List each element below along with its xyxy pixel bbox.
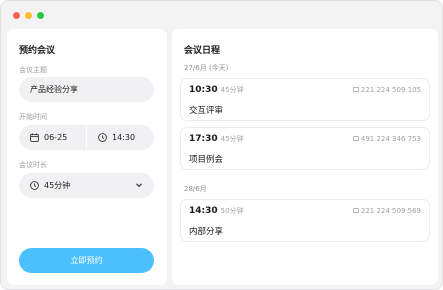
meeting-time: 10:30 [189, 85, 218, 95]
submit-booking-button[interactable]: 立即预约 [19, 248, 154, 273]
topic-label: 会议主题 [19, 66, 47, 74]
duration-value: 45分钟 [44, 181, 71, 190]
meeting-time: 14:30 [189, 206, 218, 216]
topic-value: 产品经验分享 [30, 85, 78, 94]
chevron-down-icon [135, 181, 143, 191]
day-label: 27/6月 (今天) [184, 64, 229, 72]
meeting-name: 项目例会 [189, 155, 224, 165]
meeting-id: 221 224 509 105 [360, 86, 421, 94]
meeting-card[interactable]: 14:30 50分钟 221 224 509 569 内部分享 [180, 199, 430, 242]
clock-icon [98, 133, 107, 142]
meeting-duration: 50分钟 [220, 207, 244, 215]
duration-select[interactable]: 45分钟 [19, 173, 154, 198]
start-time-label: 开始时间 [19, 113, 47, 121]
date-value: 06-25 [44, 133, 68, 142]
meeting-name: 交互评审 [189, 106, 224, 116]
meeting-card[interactable]: 17:30 45分钟 491 224 346 753 项目例会 [180, 127, 430, 170]
meeting-card[interactable]: 10:30 45分钟 221 224 509 105 交互评审 [180, 78, 430, 121]
meeting-name: 内部分享 [189, 227, 224, 237]
meeting-id-icon [352, 135, 359, 143]
schedule-panel: 会议日程 27/6月 (今天) 10:30 45分钟 221 224 509 10… [172, 29, 438, 285]
booking-title: 预约会议 [19, 46, 56, 56]
start-time-picker: 06-25 14:30 [19, 125, 154, 150]
time-value: 14:30 [112, 133, 136, 142]
window-controls [13, 12, 44, 19]
meeting-id-icon [352, 207, 359, 215]
app-window: 预约会议 会议主题 产品经验分享 开始时间 06-25 14:30 会议时长 4… [0, 0, 443, 290]
schedule-title: 会议日程 [184, 46, 221, 56]
meeting-id: 491 224 346 753 [360, 135, 421, 143]
clock-icon [30, 181, 39, 190]
close-window-button[interactable] [13, 12, 20, 19]
meeting-id: 221 224 509 569 [360, 207, 421, 215]
date-picker[interactable]: 06-25 [19, 125, 86, 150]
calendar-icon [30, 133, 39, 142]
topic-input[interactable]: 产品经验分享 [19, 77, 154, 102]
booking-panel: 预约会议 会议主题 产品经验分享 开始时间 06-25 14:30 会议时长 4… [7, 29, 167, 285]
day-label: 28/6月 [184, 185, 207, 193]
minimize-window-button[interactable] [25, 12, 32, 19]
meeting-time: 17:30 [189, 134, 218, 144]
time-picker[interactable]: 14:30 [87, 125, 154, 150]
meeting-duration: 45分钟 [220, 135, 244, 143]
meeting-id-icon [352, 86, 359, 94]
duration-label: 会议时长 [19, 161, 47, 169]
maximize-window-button[interactable] [37, 12, 44, 19]
meeting-duration: 45分钟 [220, 86, 244, 94]
